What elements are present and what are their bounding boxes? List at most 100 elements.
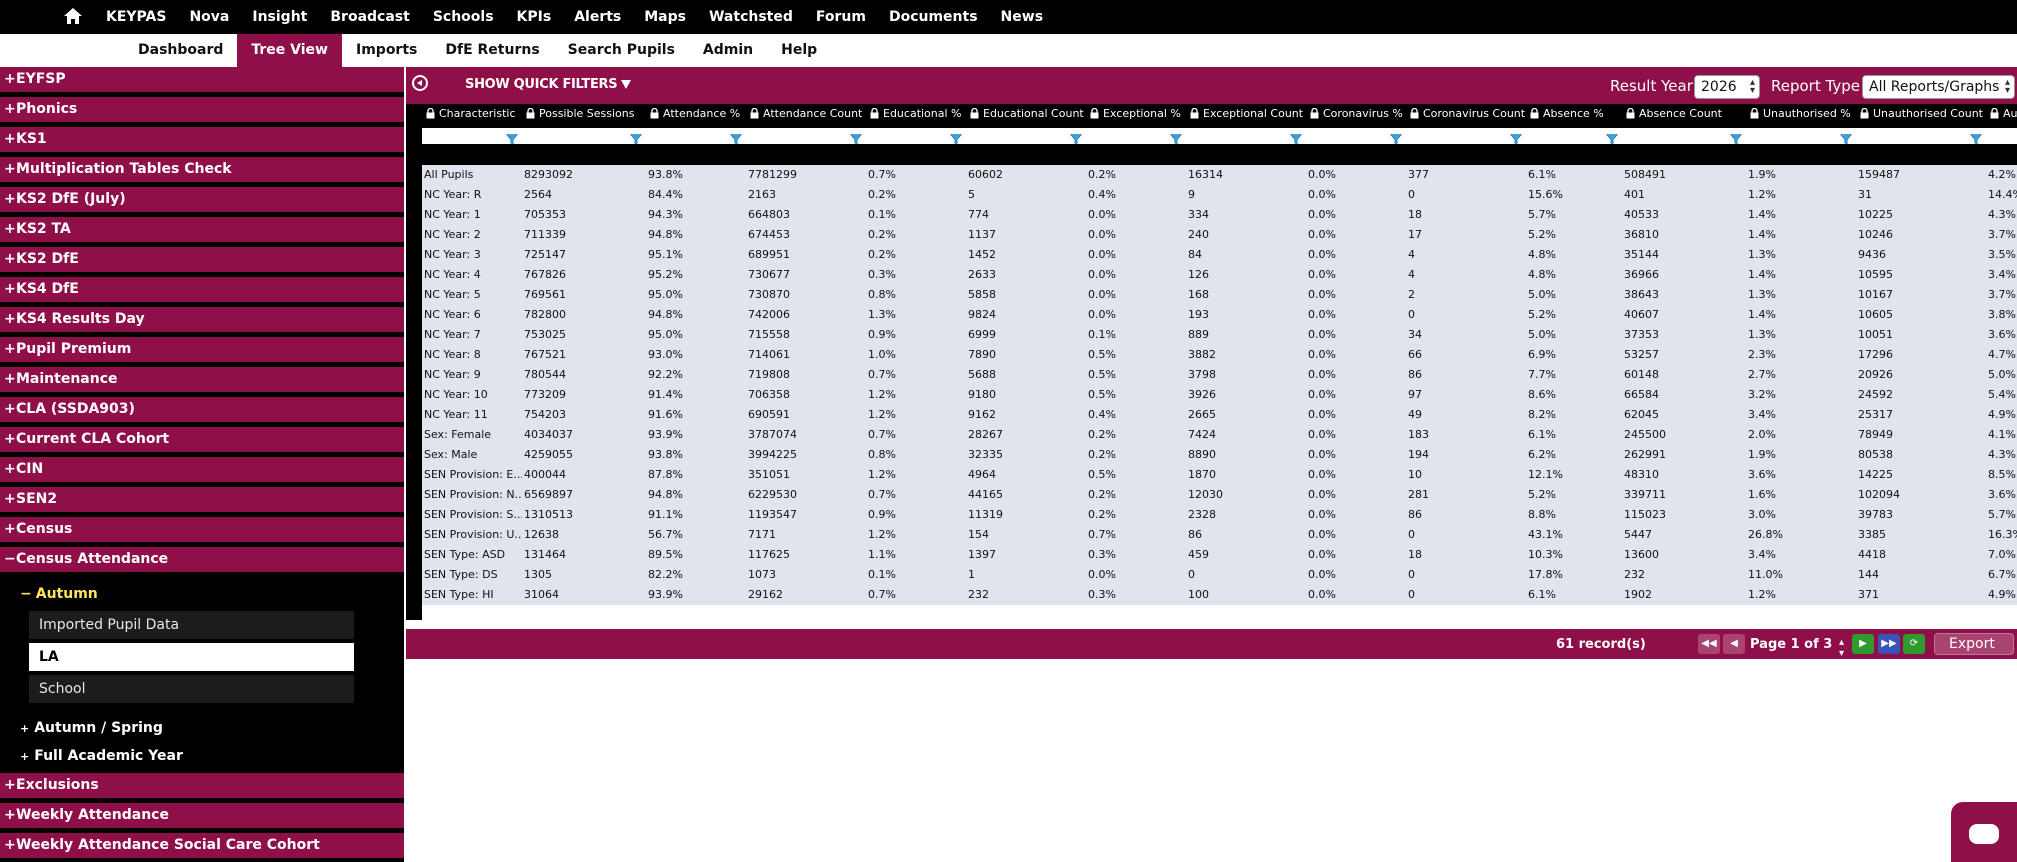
- table-row[interactable]: NC Year: 1 705353 94.3% 664803 0.1% 774 0.0% 33…: [422, 205, 2017, 225]
- column-header-educational-count[interactable]: Educational Count: [966, 104, 1086, 128]
- report-type-select[interactable]: All Reports/Graphs ▴ ▾: [1862, 75, 2015, 99]
- sidebar-item-current-cla-cohort[interactable]: +Current CLA Cohort: [0, 427, 404, 452]
- filter-funnel-icon[interactable]: [1839, 130, 1853, 146]
- first-page-button[interactable]: ◀◀: [1698, 634, 1720, 654]
- column-filter[interactable]: [746, 128, 866, 146]
- filter-funnel-icon[interactable]: [1509, 130, 1523, 146]
- table-row[interactable]: SEN Provision: N... 6569897 94.8% 6229530 0.…: [422, 485, 2017, 505]
- column-filter[interactable]: [1856, 128, 1986, 146]
- column-header-attendance-[interactable]: Attendance %: [646, 104, 746, 128]
- lock-icon[interactable]: [426, 106, 435, 119]
- sub-nav-help[interactable]: Help: [767, 34, 831, 67]
- top-nav-nova[interactable]: Nova: [189, 0, 229, 34]
- column-filter[interactable]: [866, 128, 966, 146]
- filter-funnel-icon[interactable]: [849, 130, 863, 146]
- table-row[interactable]: NC Year: 6 782800 94.8% 742006 1.3% 9824 0.0% 1…: [422, 305, 2017, 325]
- sidebar-item-ks1[interactable]: +KS1: [0, 127, 404, 152]
- column-header-coronavirus-count[interactable]: Coronavirus Count: [1406, 104, 1526, 128]
- show-quick-filters-button[interactable]: SHOW QUICK FILTERS: [465, 77, 632, 92]
- lock-icon[interactable]: [750, 106, 759, 119]
- table-row[interactable]: NC Year: 8 767521 93.0% 714061 1.0% 7890 0.5% 3…: [422, 345, 2017, 365]
- sidebar-item-ks4-results-day[interactable]: +KS4 Results Day: [0, 307, 404, 332]
- sidebar-item-eyfsp[interactable]: +EYFSP: [0, 67, 404, 92]
- sub-nav-search-pupils[interactable]: Search Pupils: [554, 34, 689, 67]
- next-page-button[interactable]: ▶: [1852, 634, 1874, 654]
- filter-funnel-icon[interactable]: [949, 130, 963, 146]
- filter-funnel-icon[interactable]: [505, 130, 519, 146]
- lock-icon[interactable]: [526, 106, 535, 119]
- sidebar-item-exclusions[interactable]: +Exclusions: [0, 773, 404, 798]
- sub-nav-admin[interactable]: Admin: [689, 34, 767, 67]
- result-year-select[interactable]: 2026 ▴ ▾: [1694, 75, 1760, 99]
- table-row[interactable]: NC Year: 4 767826 95.2% 730677 0.3% 2633 0.0% 1…: [422, 265, 2017, 285]
- column-header-unauthorised-[interactable]: Unauthorised %: [1746, 104, 1856, 128]
- column-filter[interactable]: [1186, 128, 1306, 146]
- sidebar-item-census[interactable]: +Census: [0, 517, 404, 542]
- filter-funnel-icon[interactable]: [629, 130, 643, 146]
- top-nav-maps[interactable]: Maps: [644, 0, 686, 34]
- table-row[interactable]: SEN Provision: U... 12638 56.7% 7171 1.2% 154…: [422, 525, 2017, 545]
- sidebar-item-ks2-dfe-july-[interactable]: +KS2 DfE (July): [0, 187, 404, 212]
- lock-icon[interactable]: [1990, 106, 1999, 119]
- last-page-button[interactable]: ▶▶: [1878, 634, 1900, 654]
- sidebar-item-weekly-attendance[interactable]: +Weekly Attendance: [0, 803, 404, 828]
- sidebar-leaf-imported-pupil-data[interactable]: Imported Pupil Data: [29, 611, 354, 639]
- filter-funnel-icon[interactable]: [1605, 130, 1619, 146]
- column-filter[interactable]: [966, 128, 1086, 146]
- column-filter[interactable]: [1406, 128, 1526, 146]
- sidebar-folder-full-academic-year[interactable]: + Full Academic Year: [20, 748, 183, 764]
- prev-page-button[interactable]: ◀: [1723, 634, 1745, 654]
- sidebar-item-cin[interactable]: +CIN: [0, 457, 404, 482]
- column-filter[interactable]: [1086, 128, 1186, 146]
- table-row[interactable]: NC Year: 11 754203 91.6% 690591 1.2% 9162 0.4%…: [422, 405, 2017, 425]
- column-filter[interactable]: [1622, 128, 1746, 146]
- column-header-exceptional-count[interactable]: Exceptional Count: [1186, 104, 1306, 128]
- column-filter[interactable]: [1306, 128, 1406, 146]
- table-row[interactable]: NC Year: 7 753025 95.0% 715558 0.9% 6999 0.1% 8…: [422, 325, 2017, 345]
- column-header-possible-sessions[interactable]: Possible Sessions: [522, 104, 646, 128]
- lock-icon[interactable]: [970, 106, 979, 119]
- sub-nav-dashboard[interactable]: Dashboard: [124, 34, 237, 67]
- table-row[interactable]: SEN Type: ASD 131464 89.5% 117625 1.1% 1397 0.…: [422, 545, 2017, 565]
- page-dropdown-icon[interactable]: ▴ ▾: [1839, 637, 1844, 659]
- filter-funnel-icon[interactable]: [1969, 130, 1983, 146]
- lock-icon[interactable]: [1190, 106, 1199, 119]
- lock-icon[interactable]: [1530, 106, 1539, 119]
- table-row[interactable]: SEN Provision: E... 400044 87.8% 351051 1.2%…: [422, 465, 2017, 485]
- column-header-exceptional-[interactable]: Exceptional %: [1086, 104, 1186, 128]
- sidebar-folder-autumn[interactable]: − Autumn: [20, 586, 98, 602]
- column-header-educational-[interactable]: Educational %: [866, 104, 966, 128]
- table-row[interactable]: All Pupils 8293092 93.8% 7781299 0.7% 60602 0.…: [422, 165, 2017, 185]
- table-row[interactable]: Sex: Male 4259055 93.8% 3994225 0.8% 32335 0.2…: [422, 445, 2017, 465]
- top-nav-broadcast[interactable]: Broadcast: [330, 0, 409, 34]
- column-filter[interactable]: [522, 128, 646, 146]
- column-filter[interactable]: [1986, 128, 2017, 144]
- filter-funnel-icon[interactable]: [1389, 130, 1403, 146]
- column-header-attendance-count[interactable]: Attendance Count: [746, 104, 866, 128]
- sidebar-item-ks2-dfe[interactable]: +KS2 DfE: [0, 247, 404, 272]
- column-filter[interactable]: [1746, 128, 1856, 146]
- top-nav-alerts[interactable]: Alerts: [574, 0, 621, 34]
- lock-icon[interactable]: [870, 106, 879, 119]
- sidebar-item-weekly-attendance-social-care-cohort[interactable]: +Weekly Attendance Social Care Cohort: [0, 833, 404, 858]
- sidebar-item-phonics[interactable]: +Phonics: [0, 97, 404, 122]
- column-header-characteristic[interactable]: Characteristic: [422, 104, 522, 128]
- sidebar-item-ks2-ta[interactable]: +KS2 TA: [0, 217, 404, 242]
- sidebar-item-pupil-premium[interactable]: +Pupil Premium: [0, 337, 404, 362]
- table-row[interactable]: SEN Provision: S... 1310513 91.1% 1193547 0.…: [422, 505, 2017, 525]
- column-header-coronavirus-[interactable]: Coronavirus %: [1306, 104, 1406, 128]
- lock-icon[interactable]: [650, 106, 659, 119]
- filter-funnel-icon[interactable]: [1729, 130, 1743, 146]
- table-row[interactable]: NC Year: 2 711339 94.8% 674453 0.2% 1137 0.0% 2…: [422, 225, 2017, 245]
- home-icon[interactable]: [62, 5, 84, 27]
- chat-widget-button[interactable]: [1951, 802, 2017, 862]
- column-header-absence-count[interactable]: Absence Count: [1622, 104, 1746, 128]
- export-button[interactable]: Export: [1934, 633, 2014, 655]
- top-nav-insight[interactable]: Insight: [252, 0, 307, 34]
- table-row[interactable]: NC Year: 5 769561 95.0% 730870 0.8% 5858 0.0% 1…: [422, 285, 2017, 305]
- lock-icon[interactable]: [1750, 106, 1759, 119]
- collapse-sidebar-icon[interactable]: [412, 75, 428, 91]
- sub-nav-tree-view[interactable]: Tree View: [237, 34, 342, 67]
- lock-icon[interactable]: [1310, 106, 1319, 119]
- column-header-absence-[interactable]: Absence %: [1526, 104, 1622, 128]
